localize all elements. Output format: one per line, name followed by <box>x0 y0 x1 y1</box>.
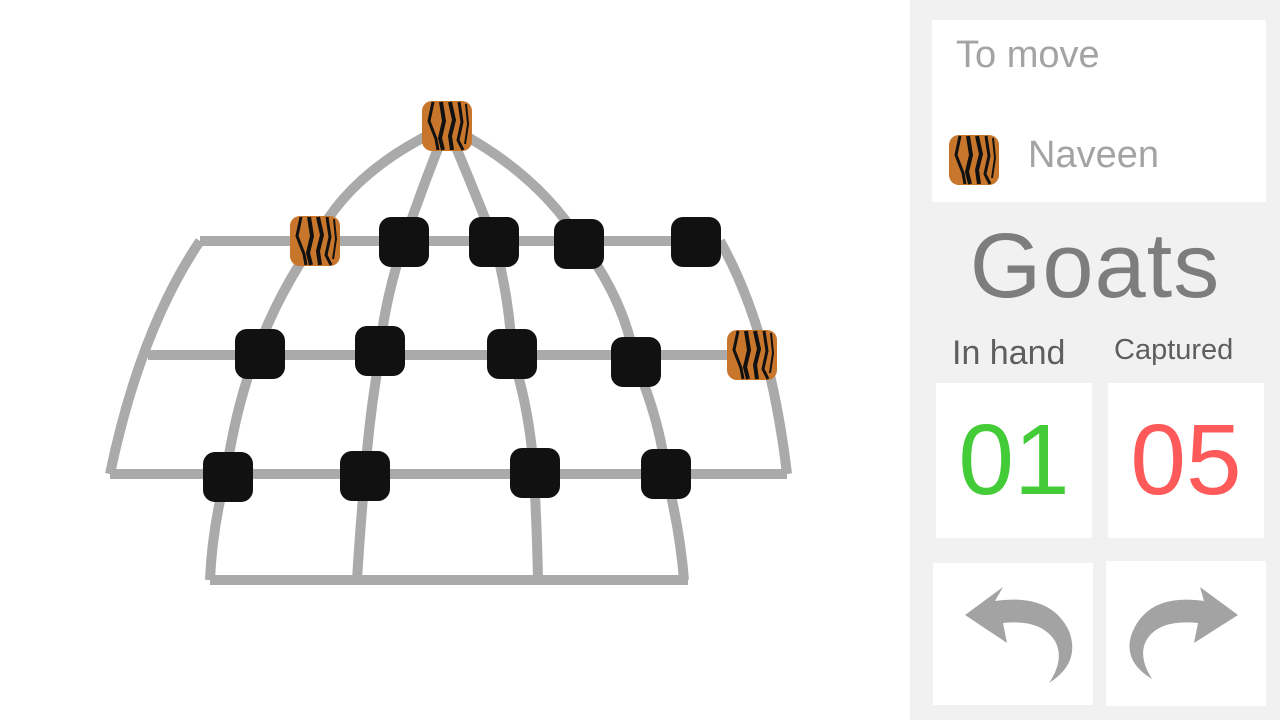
tiger-piece[interactable] <box>725 328 779 382</box>
goat-piece[interactable] <box>379 217 429 267</box>
tiger-piece[interactable] <box>288 214 342 268</box>
goat-piece[interactable] <box>203 452 253 502</box>
captured-label: Captured <box>1114 334 1234 366</box>
captured-count: 05 <box>1130 404 1242 516</box>
goat-piece[interactable] <box>510 448 560 498</box>
game-board <box>0 0 910 720</box>
to-move-card: To move Naveen <box>932 20 1266 202</box>
captured-card: 05 <box>1108 383 1264 538</box>
goat-piece[interactable] <box>554 219 604 269</box>
current-player-name: Naveen <box>1028 134 1159 176</box>
undo-button[interactable] <box>933 563 1093 705</box>
goat-piece[interactable] <box>641 449 691 499</box>
tiger-piece[interactable] <box>420 99 474 153</box>
in-hand-label: In hand <box>952 334 1066 372</box>
goat-piece[interactable] <box>487 329 537 379</box>
tiger-icon <box>949 135 999 185</box>
goat-piece[interactable] <box>340 451 390 501</box>
redo-button[interactable] <box>1106 561 1266 706</box>
goat-piece[interactable] <box>355 326 405 376</box>
in-hand-count: 01 <box>958 404 1070 516</box>
goat-piece[interactable] <box>611 337 661 387</box>
goat-piece[interactable] <box>469 217 519 267</box>
goat-piece[interactable] <box>671 217 721 267</box>
side-panel: To move Naveen Goats In hand Captured 01… <box>910 0 1280 720</box>
side-title: Goats <box>969 215 1221 317</box>
in-hand-card: 01 <box>936 383 1092 538</box>
goat-piece[interactable] <box>235 329 285 379</box>
undo-arrow-icon <box>965 587 1073 683</box>
redo-arrow-icon <box>1129 587 1238 679</box>
board-grid <box>105 99 792 585</box>
to-move-label: To move <box>956 34 1100 76</box>
game-screen: To move Naveen Goats In hand Captured 01… <box>0 0 1280 720</box>
